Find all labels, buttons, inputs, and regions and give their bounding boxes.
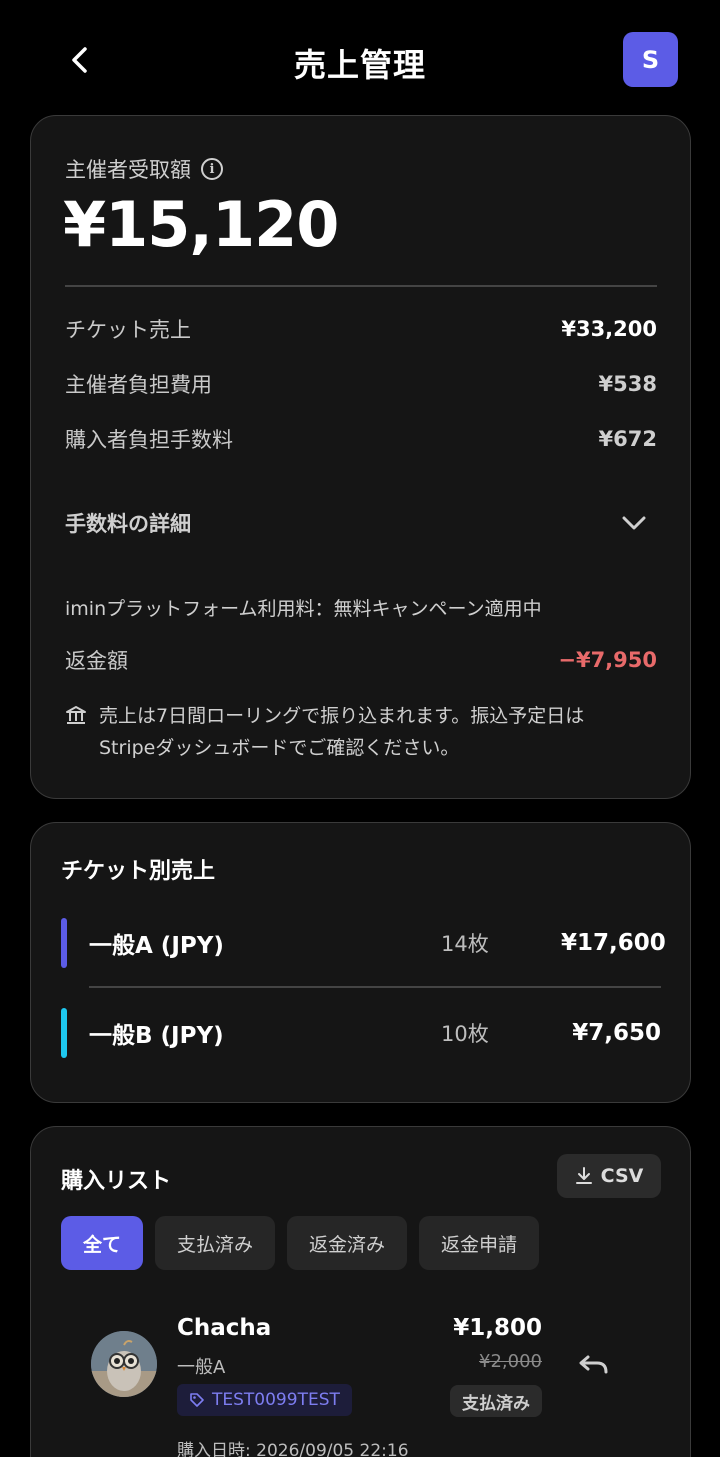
csv-label: CSV xyxy=(600,1165,644,1187)
tag-icon xyxy=(190,1393,204,1407)
payout-note-line1: 売上は7日間ローリングで振り込まれます。振込予定日は xyxy=(99,705,585,727)
bank-icon xyxy=(66,706,86,724)
coupon-code: TEST0099TEST xyxy=(212,1390,340,1410)
page-title: 売上管理 xyxy=(293,46,426,84)
ticket-amount: ¥17,600 xyxy=(561,930,666,956)
ticket-row: 一般B (JPY) 10枚 ¥7,650 xyxy=(61,1007,661,1059)
purchase-date: 購入日時: 2026/09/05 22:16 xyxy=(177,1441,409,1457)
ticket-name: 一般B (JPY) xyxy=(89,1023,224,1049)
tab-refunded[interactable]: 返金済み xyxy=(287,1216,408,1270)
buyer-avatar xyxy=(91,1331,157,1397)
buyer-fee-value: ¥672 xyxy=(598,427,657,451)
info-icon[interactable]: i xyxy=(201,158,223,180)
ticket-color-bar xyxy=(61,918,67,968)
organizer-receive-label-row: 主催者受取額 i xyxy=(65,154,223,184)
ticket-sales-label: チケット売上 xyxy=(65,318,191,342)
purchase-price: ¥1,800 xyxy=(453,1315,542,1341)
coupon-badge: TEST0099TEST xyxy=(177,1384,352,1416)
platform-fee-campaign-text: iminプラットフォーム利用料：無料キャンペーン適用中 xyxy=(65,598,542,620)
ticket-sales-value: ¥33,200 xyxy=(561,317,657,341)
tab-paid[interactable]: 支払済み xyxy=(155,1216,276,1270)
divider xyxy=(65,285,657,287)
original-price: ¥2,000 xyxy=(479,1351,542,1372)
app-header: 売上管理 S xyxy=(0,0,720,115)
organizer-cost-label: 主催者負担費用 xyxy=(65,373,212,397)
fee-detail-label: 手数料の詳細 xyxy=(65,512,191,536)
buyer-fee-label: 購入者負担手数料 xyxy=(65,428,233,452)
ticket-sales-card: チケット別売上 一般A (JPY) 14枚 ¥17,600 一般B (JPY) … xyxy=(30,822,691,1103)
download-icon xyxy=(575,1167,592,1184)
ticket-amount: ¥7,650 xyxy=(572,1020,661,1046)
ticket-quantity: 14枚 xyxy=(441,932,489,956)
refund-row: 返金額 −¥7,950 xyxy=(65,645,657,675)
chevron-down-icon xyxy=(622,516,646,530)
ticket-quantity: 10枚 xyxy=(441,1022,489,1046)
buyer-ticket-type: 一般A xyxy=(177,1357,226,1378)
ticket-name: 一般A (JPY) xyxy=(89,933,224,959)
status-badge: 支払済み xyxy=(450,1385,542,1417)
filter-tabs: 全て 支払済み 返金済み 返金申請 xyxy=(61,1216,540,1270)
tab-refund-requests[interactable]: 返金申請 xyxy=(419,1216,540,1270)
ticket-color-bar xyxy=(61,1008,67,1058)
organizer-receive-label: 主催者受取額 xyxy=(65,158,191,182)
refund-value: −¥7,950 xyxy=(558,648,657,672)
tab-all[interactable]: 全て xyxy=(61,1216,144,1270)
divider xyxy=(89,986,661,988)
buyer-fee-row: 購入者負担手数料 ¥672 xyxy=(65,424,657,454)
revenue-summary-card: 主催者受取額 i ¥15,120 チケット売上 ¥33,200 主催者負担費用 … xyxy=(30,115,691,799)
ticket-row: 一般A (JPY) 14枚 ¥17,600 xyxy=(61,917,666,969)
buyer-name: Chacha xyxy=(177,1315,272,1341)
refund-button[interactable] xyxy=(576,1349,612,1379)
ticket-sales-title: チケット別売上 xyxy=(61,859,216,884)
csv-download-button[interactable]: CSV xyxy=(557,1154,661,1198)
user-avatar-button[interactable]: S xyxy=(623,32,678,87)
purchase-list-card: 購入リスト CSV 全て 支払済み 返金済み 返金申請 Chacha 一般A T… xyxy=(30,1126,691,1457)
organizer-cost-value: ¥538 xyxy=(598,372,657,396)
payout-note-line2: Stripeダッシュボードでご確認ください。 xyxy=(99,737,460,759)
fee-detail-toggle[interactable]: 手数料の詳細 xyxy=(65,508,657,538)
purchase-list-title: 購入リスト xyxy=(61,1169,172,1194)
payout-note: 売上は7日間ローリングで振り込まれます。振込予定日は Stripeダッシュボード… xyxy=(65,700,645,764)
organizer-cost-row: 主催者負担費用 ¥538 xyxy=(65,369,657,399)
refund-label: 返金額 xyxy=(65,649,128,673)
undo-icon xyxy=(579,1355,608,1374)
organizer-receive-amount: ¥15,120 xyxy=(63,188,339,261)
ticket-sales-row: チケット売上 ¥33,200 xyxy=(65,314,657,344)
